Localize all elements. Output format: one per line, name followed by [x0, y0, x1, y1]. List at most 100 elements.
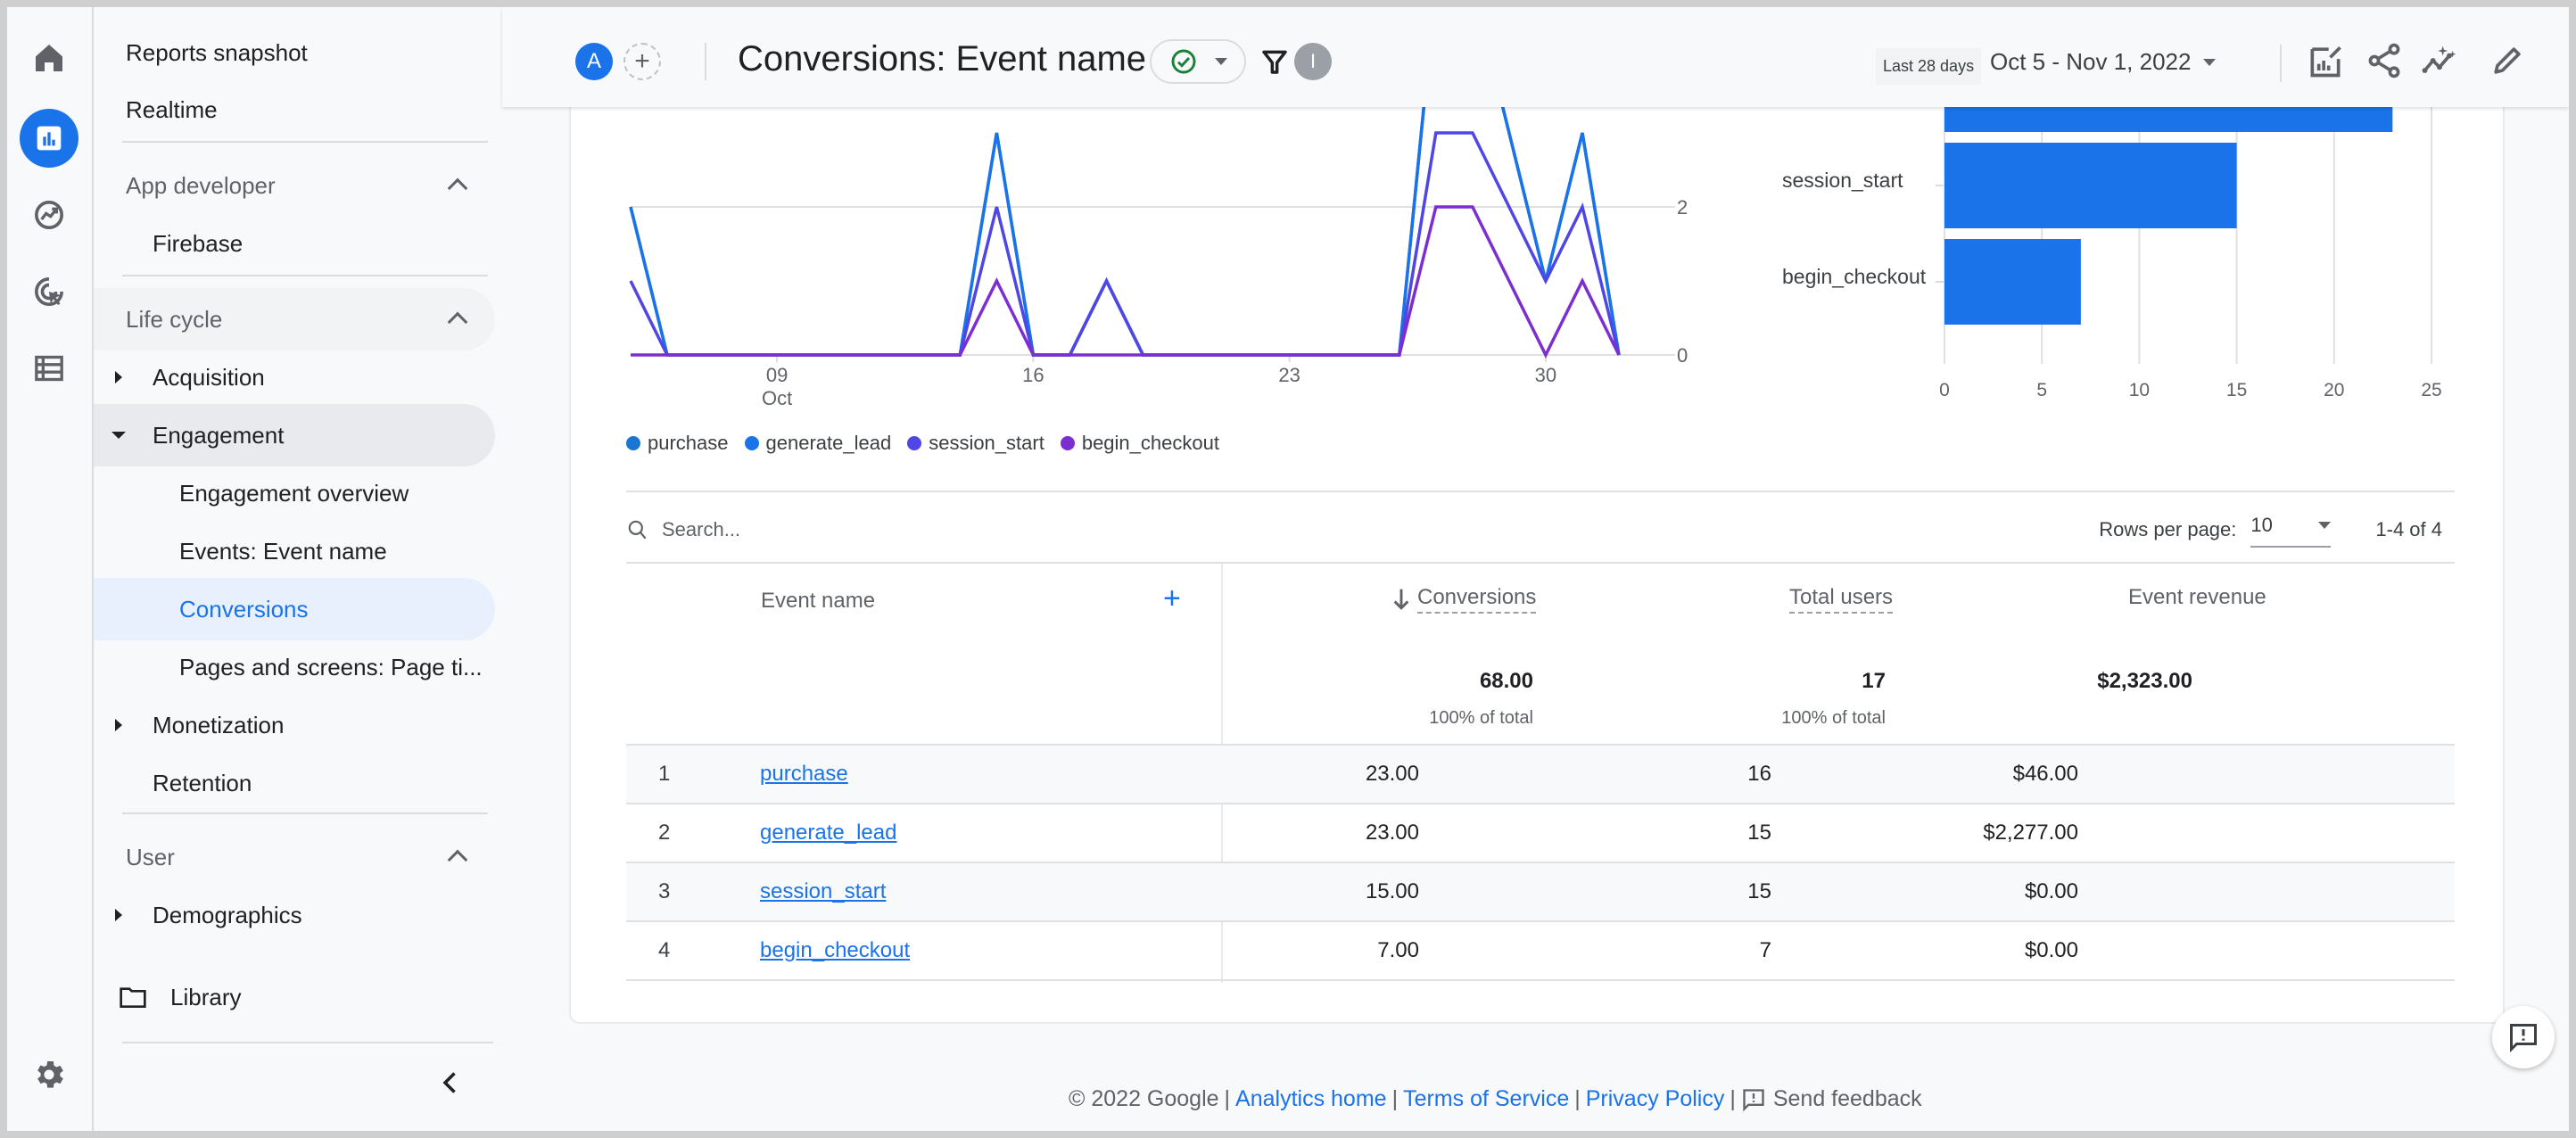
x-tick-label: 16: [1022, 364, 1044, 386]
terms-of-service-link[interactable]: Terms of Service: [1403, 1086, 1569, 1112]
table-top-divider: [626, 491, 2455, 492]
report-header: A + Conversions: Event name I Last 28 da…: [502, 7, 2569, 107]
table-header-divider: [626, 562, 2455, 564]
table-search-input[interactable]: [662, 518, 1197, 541]
send-feedback-link[interactable]: Send feedback: [1741, 1086, 1922, 1112]
legend-item-purchase[interactable]: purchase: [626, 432, 729, 455]
column-header-total-users[interactable]: Total users: [1789, 585, 1894, 614]
conversions-cell: 15.00: [1365, 879, 1419, 903]
legend-dot: [626, 436, 640, 450]
rows-per-page-label: Rows per page:: [2099, 518, 2237, 540]
share-icon: [2368, 43, 2400, 78]
total-users-cell: 16: [1747, 762, 1771, 786]
bar-x-tick-label: 5: [2036, 380, 2047, 400]
footer-separator: |: [1574, 1086, 1581, 1111]
dropdown-arrow-icon: [1214, 58, 1227, 65]
bar-category-label: session_start: [1782, 169, 1903, 192]
share-button[interactable]: [2365, 41, 2404, 85]
footer-separator: |: [1730, 1086, 1736, 1111]
row-index: 1: [658, 762, 671, 786]
header-separator: [2280, 45, 2282, 82]
legend-dot: [744, 436, 759, 450]
legend-item-begin-checkout[interactable]: begin_checkout: [1060, 432, 1219, 455]
feedback-icon: [1743, 1088, 1764, 1111]
privacy-policy-link[interactable]: Privacy Policy: [1586, 1086, 1725, 1112]
customize-report-button[interactable]: [2306, 41, 2345, 85]
bar-category-label: begin_checkout: [1782, 265, 1927, 288]
plus-icon: +: [634, 46, 650, 76]
x-tick-label: 23: [1278, 364, 1300, 386]
check-circle-icon: [1171, 49, 1195, 74]
bar-x-tick-label: 15: [2226, 380, 2247, 400]
y-tick-label: 2: [1677, 196, 1688, 219]
filter-icon: [1262, 50, 1287, 74]
row-index: 4: [658, 938, 671, 962]
column-header-conversions[interactable]: Conversions: [1392, 585, 1537, 614]
search-icon: [628, 520, 647, 540]
bar-x-tick-label: 10: [2129, 380, 2150, 400]
dropdown-arrow-icon: [2318, 522, 2332, 529]
footer-separator: |: [1391, 1086, 1399, 1111]
insights-button[interactable]: [2420, 41, 2459, 85]
sort-descending-icon: [1393, 589, 1409, 610]
pencil-icon: [2494, 47, 2521, 74]
series-line-begin-checkout: [631, 205, 1621, 359]
bar-session-start: [1944, 143, 2237, 228]
total-users-cell: 15: [1747, 821, 1771, 845]
add-comparison-button[interactable]: +: [623, 43, 661, 80]
plus-icon: +: [1163, 581, 1181, 615]
event-revenue-cell: $0.00: [2024, 879, 2078, 903]
filter-button[interactable]: [1260, 46, 1289, 81]
feedback-icon: [2510, 1024, 2537, 1053]
x-tick-label: 30: [1535, 364, 1556, 386]
comparison-avatar[interactable]: A: [575, 43, 613, 80]
event-revenue-cell: $46.00: [2012, 762, 2078, 786]
total-conversions-pct: 100% of total: [1429, 708, 1533, 728]
table-row: 4 begin_checkout 7.00 7 $0.00: [626, 922, 2455, 981]
total-users-cell: 15: [1747, 879, 1771, 903]
copyright: © 2022 Google: [1069, 1086, 1219, 1111]
edit-report-icon: [2310, 46, 2341, 78]
row-index: 3: [658, 879, 671, 903]
table-row: 1 purchase 23.00 16 $46.00: [626, 746, 2455, 804]
event-name-link[interactable]: begin_checkout: [760, 938, 910, 963]
legend-dot: [1060, 436, 1075, 450]
total-users-cell: 7: [1759, 938, 1771, 962]
conversions-cell: 7.00: [1377, 938, 1419, 962]
table-toolbar: Rows per page: 10 1-4 of 4: [626, 498, 2455, 562]
legend-item-session-start[interactable]: session_start: [907, 432, 1044, 455]
total-event-revenue: $2,323.00: [2097, 669, 2192, 693]
column-header-event-name[interactable]: Event name: [761, 589, 875, 614]
total-users: 17: [1862, 669, 1886, 693]
legend-dot: [907, 436, 922, 450]
conversions-cell: 23.00: [1365, 821, 1419, 845]
x-tick-sublabel: Oct: [762, 387, 792, 409]
date-range-preset: Last 28 days: [1876, 48, 1982, 85]
total-conversions: 68.00: [1479, 669, 1533, 693]
column-header-event-revenue[interactable]: Event revenue: [2128, 585, 2266, 610]
event-name-link[interactable]: session_start: [760, 879, 886, 904]
feedback-fab-button[interactable]: [2492, 1006, 2555, 1068]
rows-per-page-select[interactable]: 10: [2250, 512, 2332, 548]
bar-x-tick-label: 25: [2421, 380, 2441, 400]
table-row: 2 generate_lead 23.00 15 $2,277.00: [626, 804, 2455, 863]
page-title: Conversions: Event name: [738, 39, 1147, 78]
row-index: 2: [658, 821, 671, 845]
add-dimension-button[interactable]: +: [1163, 581, 1181, 616]
event-name-link[interactable]: generate_lead: [760, 821, 896, 845]
filter-avatar[interactable]: I: [1294, 43, 1332, 80]
header-separator: [705, 43, 706, 80]
footer-separator: |: [1224, 1086, 1231, 1111]
legend-item-generate-lead[interactable]: generate_lead: [744, 432, 891, 455]
event-name-link[interactable]: purchase: [760, 762, 848, 787]
x-tick-label: 09: [766, 364, 788, 386]
insights-sparkle-icon: [2422, 45, 2456, 73]
total-users-pct: 100% of total: [1781, 708, 1886, 728]
report-status-dropdown[interactable]: [1150, 39, 1246, 84]
event-revenue-cell: $2,277.00: [1983, 821, 2078, 845]
analytics-home-link[interactable]: Analytics home: [1235, 1086, 1387, 1112]
y-tick-label: 0: [1677, 344, 1688, 367]
date-range-picker[interactable]: Oct 5 - Nov 1, 2022: [1990, 48, 2217, 76]
table-row: 3 session_start 15.00 15 $0.00: [626, 863, 2455, 922]
edit-button[interactable]: [2488, 41, 2527, 85]
